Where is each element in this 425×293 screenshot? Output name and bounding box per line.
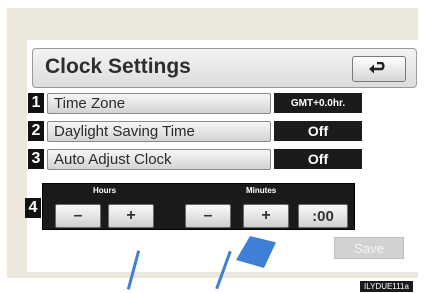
minutes-label: Minutes bbox=[246, 186, 277, 195]
daylight-saving-button[interactable]: Daylight Saving Time bbox=[47, 121, 271, 142]
row-number-badge: 1 bbox=[28, 93, 44, 113]
save-button[interactable]: Save bbox=[334, 237, 404, 259]
row-number-badge: 2 bbox=[28, 121, 44, 141]
minutes-minus-button[interactable]: – bbox=[185, 204, 231, 228]
auto-adjust-clock-value: Off bbox=[274, 149, 362, 169]
hours-plus-button[interactable]: + bbox=[108, 204, 154, 228]
minutes-plus-button[interactable]: + bbox=[243, 204, 289, 228]
hours-label: Hours bbox=[93, 186, 117, 195]
page-title: Clock Settings bbox=[45, 55, 191, 78]
auto-adjust-clock-button[interactable]: Auto Adjust Clock bbox=[47, 149, 271, 170]
daylight-saving-value: Off bbox=[274, 121, 362, 141]
back-button[interactable] bbox=[352, 56, 406, 82]
time-zone-button[interactable]: Time Zone bbox=[47, 93, 271, 114]
reset-minutes-button[interactable]: :00 bbox=[298, 204, 348, 228]
row-number-badge: 4 bbox=[25, 198, 41, 218]
image-code: ILYDUE111a bbox=[360, 281, 413, 292]
row-number-badge: 3 bbox=[28, 149, 44, 169]
time-zone-value: GMT+0.0hr. bbox=[274, 93, 362, 113]
back-arrow-icon bbox=[369, 62, 385, 74]
hours-minus-button[interactable]: – bbox=[55, 204, 101, 228]
